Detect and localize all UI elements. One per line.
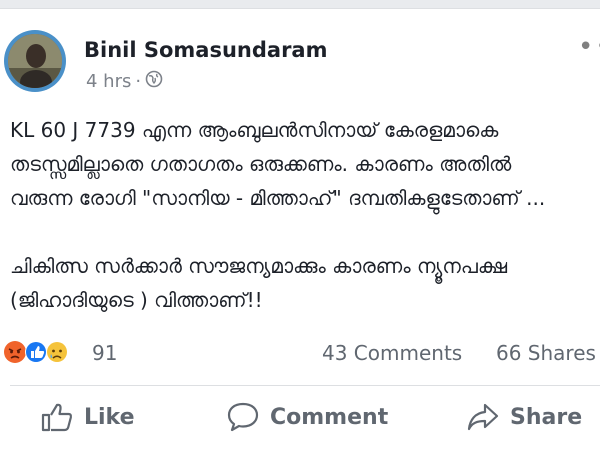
like-label: Like [84, 404, 135, 430]
like-icon [25, 341, 47, 363]
reaction-icons[interactable] [2, 338, 82, 366]
post-actions: Like Comment Share [0, 395, 600, 445]
actions-divider [10, 385, 600, 386]
reactions-summary: 91 43 Comments 66 Shares [0, 336, 600, 368]
share-arrow-icon [466, 401, 500, 433]
post-body-line: (ജിഹാദിയുടെ ) വിത്താണ്!! [10, 288, 263, 312]
post-timestamp[interactable]: 4 hrs [86, 71, 131, 92]
feed-top-border [0, 0, 600, 9]
avatar-photo [8, 34, 62, 88]
comment-label: Comment [270, 404, 389, 430]
post-body-line: വരുന്ന രോഗി "സാനിയ - മിത്താഹ്" ദമ്പതികളു… [10, 186, 546, 210]
shares-count[interactable]: 66 Shares [496, 341, 596, 365]
reaction-count[interactable]: 91 [92, 341, 117, 365]
sad-icon [46, 341, 68, 363]
avatar[interactable] [4, 30, 66, 92]
meta-separator: · [135, 71, 142, 92]
more-options-icon[interactable]: ••• [578, 32, 600, 62]
post-meta: 4 hrs · [86, 70, 163, 93]
like-thumb-icon [40, 401, 74, 433]
comment-button[interactable]: Comment [226, 401, 388, 433]
comments-count[interactable]: 43 Comments [322, 341, 462, 365]
comment-icon [226, 401, 260, 433]
share-button[interactable]: Share [466, 401, 582, 433]
post-author-name[interactable]: Binil Somasundaram [84, 38, 327, 62]
post-body-line: തടസ്സമില്ലാതെ ഗതാഗതം ഒരുക്കണം. കാരണം അതി… [10, 152, 512, 176]
angry-icon [4, 341, 26, 363]
share-label: Share [510, 404, 583, 430]
like-button[interactable]: Like [40, 401, 135, 433]
post-body-line: ചികിത്സ സർക്കാർ സൗജന്യമാക്കും കാരണം ന്യൂ… [10, 254, 508, 278]
post-body: KL 60 J 7739 എന്ന ആംബുലൻസിനായ് കേരളമാകെ … [10, 113, 600, 317]
post-body-line: KL 60 J 7739 എന്ന ആംബുലൻസിനായ് കേരളമാകെ [10, 118, 499, 142]
globe-icon [145, 70, 163, 93]
